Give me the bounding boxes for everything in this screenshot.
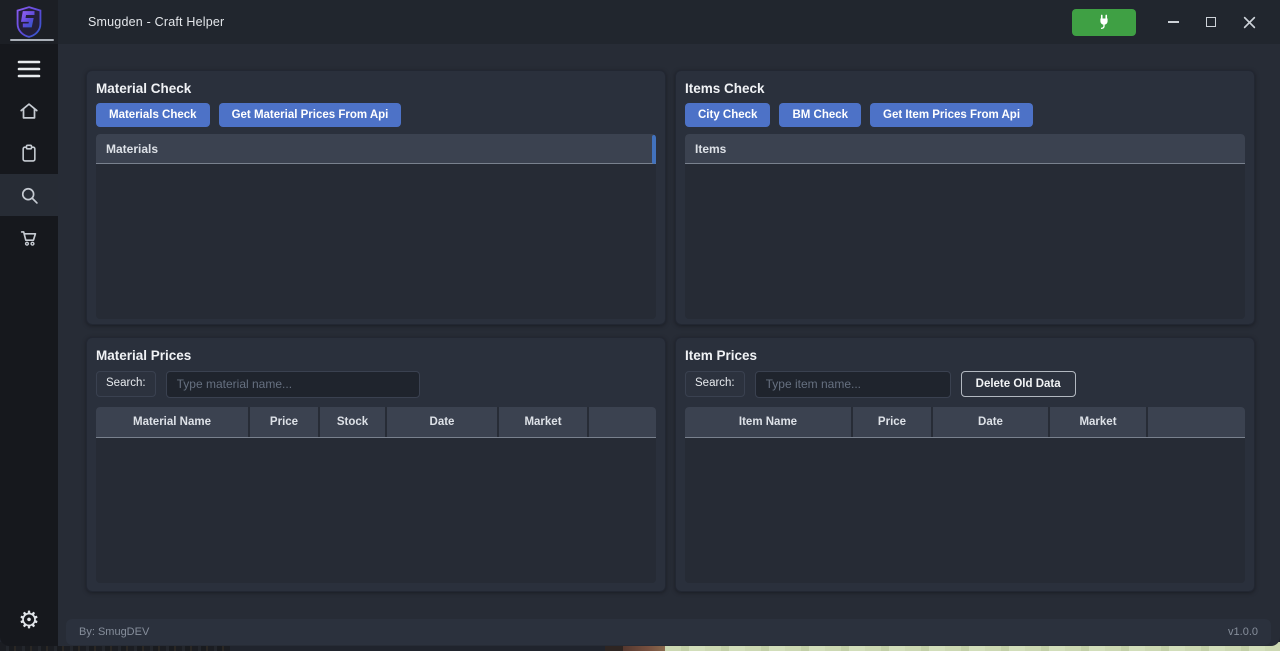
material-search-label: Search:: [96, 371, 156, 397]
gear-icon: ⚙: [18, 608, 40, 632]
item-prices-table-body: [685, 438, 1245, 583]
item-prices-table-header: Item Name Price Date Market: [685, 407, 1245, 438]
clipboard-icon: [19, 142, 39, 164]
materials-check-button[interactable]: Materials Check: [96, 103, 210, 127]
material-prices-search-row: Search:: [96, 370, 656, 398]
minimize-button[interactable]: [1158, 8, 1188, 36]
column-market: Market: [1050, 407, 1146, 437]
plug-icon: [1095, 13, 1113, 31]
column-price: Price: [250, 407, 318, 437]
titlebar[interactable]: Smugden - Craft Helper: [58, 0, 1280, 44]
items-check-buttons: City Check BM Check Get Item Prices From…: [685, 103, 1245, 127]
column-date: Date: [933, 407, 1048, 437]
items-list-body: [685, 164, 1245, 319]
items-check-title: Items Check: [685, 81, 1245, 96]
column-market: Market: [499, 407, 587, 437]
connect-button[interactable]: [1072, 9, 1136, 36]
material-search-input[interactable]: [166, 371, 420, 398]
home-icon: [18, 100, 40, 122]
items-list-header: Items: [685, 134, 1245, 164]
column-stock: Stock: [320, 407, 385, 437]
shield-logo-icon: [15, 6, 43, 38]
material-check-panel: Material Check Materials Check Get Mater…: [86, 70, 666, 325]
search-icon: [19, 185, 40, 206]
version-text: v1.0.0: [1228, 626, 1258, 638]
column-price: Price: [853, 407, 931, 437]
material-prices-table-header: Material Name Price Stock Date Market: [96, 407, 656, 438]
sidebar-nav: [0, 44, 58, 258]
close-button[interactable]: [1234, 8, 1264, 36]
column-empty: [1148, 407, 1245, 437]
titlebar-controls: [1072, 8, 1280, 36]
column-empty: [589, 407, 656, 437]
cart-icon: [18, 226, 40, 248]
get-material-prices-button[interactable]: Get Material Prices From Api: [219, 103, 402, 127]
sidebar-item-clipboard[interactable]: [0, 132, 58, 174]
item-prices-panel: Item Prices Search: Delete Old Data Item…: [675, 337, 1255, 592]
material-prices-table-body: [96, 438, 656, 583]
hamburger-icon: [16, 59, 42, 79]
materials-scrollbar-thumb[interactable]: [652, 135, 656, 164]
sidebar-item-home[interactable]: [0, 90, 58, 132]
sidebar-item-search[interactable]: [0, 174, 58, 216]
city-check-button[interactable]: City Check: [685, 103, 770, 127]
sidebar-item-cart[interactable]: [0, 216, 58, 258]
material-prices-title: Material Prices: [96, 348, 656, 363]
column-item-name: Item Name: [685, 407, 851, 437]
maximize-button[interactable]: [1196, 8, 1226, 36]
item-prices-search-row: Search: Delete Old Data: [685, 370, 1245, 398]
material-check-title: Material Check: [96, 81, 656, 96]
minimize-icon: [1168, 21, 1179, 23]
materials-list-body: [96, 164, 656, 319]
application-window: ⚙ Smugden - Craft Helper: [0, 0, 1280, 651]
column-material-name: Material Name: [96, 407, 248, 437]
app-frame: ⚙ Smugden - Craft Helper: [0, 0, 1280, 646]
credit-text: By: SmugDEV: [79, 626, 149, 638]
sidebar-item-menu[interactable]: [0, 48, 58, 90]
item-prices-title: Item Prices: [685, 348, 1245, 363]
status-bar: By: SmugDEV v1.0.0: [66, 619, 1271, 645]
materials-list: Materials: [96, 134, 656, 319]
material-check-buttons: Materials Check Get Material Prices From…: [96, 103, 656, 127]
items-check-panel: Items Check City Check BM Check Get Item…: [675, 70, 1255, 325]
close-icon: [1243, 16, 1256, 29]
app-logo: [0, 0, 58, 44]
item-search-label: Search:: [685, 371, 745, 397]
item-search-input[interactable]: [755, 371, 951, 398]
maximize-icon: [1206, 17, 1216, 27]
settings-button[interactable]: ⚙: [0, 602, 58, 638]
window-title: Smugden - Craft Helper: [88, 15, 224, 29]
materials-list-header: Materials: [96, 134, 656, 164]
items-list: Items: [685, 134, 1245, 319]
get-item-prices-button[interactable]: Get Item Prices From Api: [870, 103, 1033, 127]
delete-old-data-button[interactable]: Delete Old Data: [961, 371, 1076, 397]
column-date: Date: [387, 407, 497, 437]
bm-check-button[interactable]: BM Check: [779, 103, 861, 127]
material-prices-panel: Material Prices Search: Material Name Pr…: [86, 337, 666, 592]
sidebar: ⚙: [0, 0, 58, 646]
